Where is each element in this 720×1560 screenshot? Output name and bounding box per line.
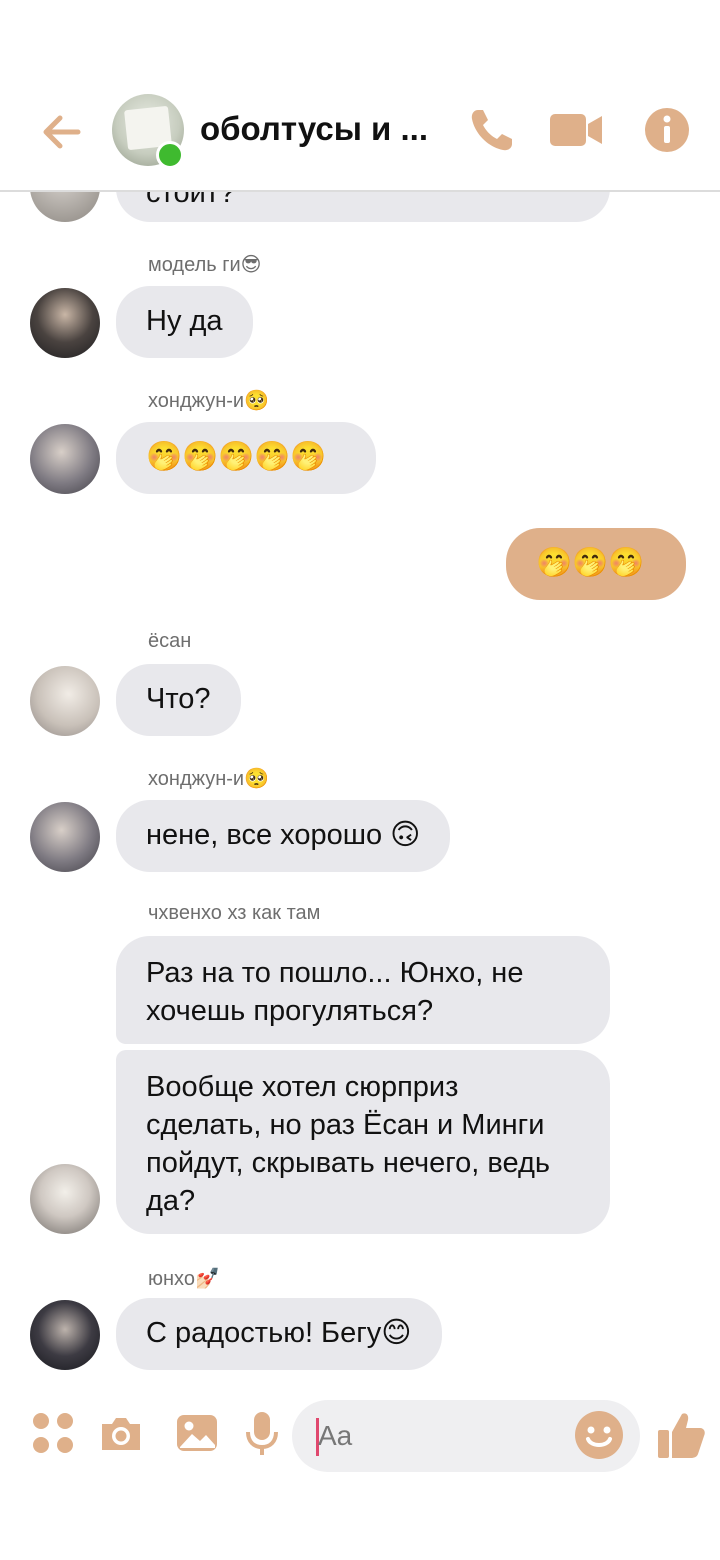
message-text: С радостью! Бегу😊 [146,1317,412,1349]
sender-name: хонджун-и🥺 [148,390,269,412]
smiley-icon[interactable] [574,1410,624,1460]
sender-name: модель ги😎 [148,254,262,276]
sender-name: чхвенхо хз как там [148,902,321,924]
camera-icon[interactable] [98,1410,144,1456]
message-text: Раз на то пошло... Юнхо, не хочешь прогу… [146,957,524,1027]
message-text: Что? [146,683,211,715]
chat-header: оболтусы и ... [0,0,720,192]
avatar[interactable] [30,288,100,358]
avatar[interactable] [30,1164,100,1234]
online-status-dot [156,141,184,169]
arrow-left-icon[interactable] [38,108,86,156]
message-list[interactable]: стоит? модель ги😎 Ну да хонджун-и🥺 🤭🤭🤭🤭🤭… [0,190,720,1390]
message-text: нене, все хорошо 🙃 [146,819,421,851]
four-dots-icon[interactable] [30,1410,76,1456]
phone-icon[interactable] [466,104,518,156]
avatar[interactable] [30,1300,100,1370]
microphone-icon[interactable] [244,1410,280,1456]
avatar[interactable] [30,802,100,872]
avatar[interactable] [30,424,100,494]
sender-name: юнхо💅🏻 [148,1268,220,1290]
message-bubble[interactable]: Вообще хотел сюрприз сделать, но раз Ёса… [116,1050,610,1234]
outgoing-message-bubble[interactable]: 🤭🤭🤭 [506,528,686,600]
message-bubble[interactable]: Ну да [116,286,253,358]
chat-title[interactable]: оболтусы и ... [200,110,428,148]
message-text: стоит? [146,190,236,209]
message-bubble[interactable]: Что? [116,664,241,736]
video-camera-icon[interactable] [548,104,604,156]
avatar[interactable] [30,190,100,222]
message-bubble[interactable]: нене, все хорошо 🙃 [116,800,451,872]
avatar[interactable] [30,666,100,736]
message-bubble[interactable]: С радостью! Бегу😊 [116,1298,442,1370]
thumbs-up-icon[interactable] [656,1408,706,1460]
info-icon[interactable] [644,107,690,153]
image-icon[interactable] [174,1410,220,1456]
message-bubble[interactable]: 🤭🤭🤭🤭🤭 [116,422,376,494]
message-text: 🤭🤭🤭🤭🤭 [146,441,327,473]
message-text: Ну да [146,305,223,337]
message-text: Вообще хотел сюрприз сделать, но раз Ёса… [146,1071,551,1217]
message-input-placeholder: Aa [318,1420,353,1451]
message-text: 🤭🤭🤭 [536,547,645,579]
message-bubble[interactable]: Раз на то пошло... Юнхо, не хочешь прогу… [116,936,610,1044]
message-bubble[interactable]: стоит? [116,190,610,222]
sender-name: хонджун-и🥺 [148,768,269,790]
sender-name: ёсан [148,630,192,652]
